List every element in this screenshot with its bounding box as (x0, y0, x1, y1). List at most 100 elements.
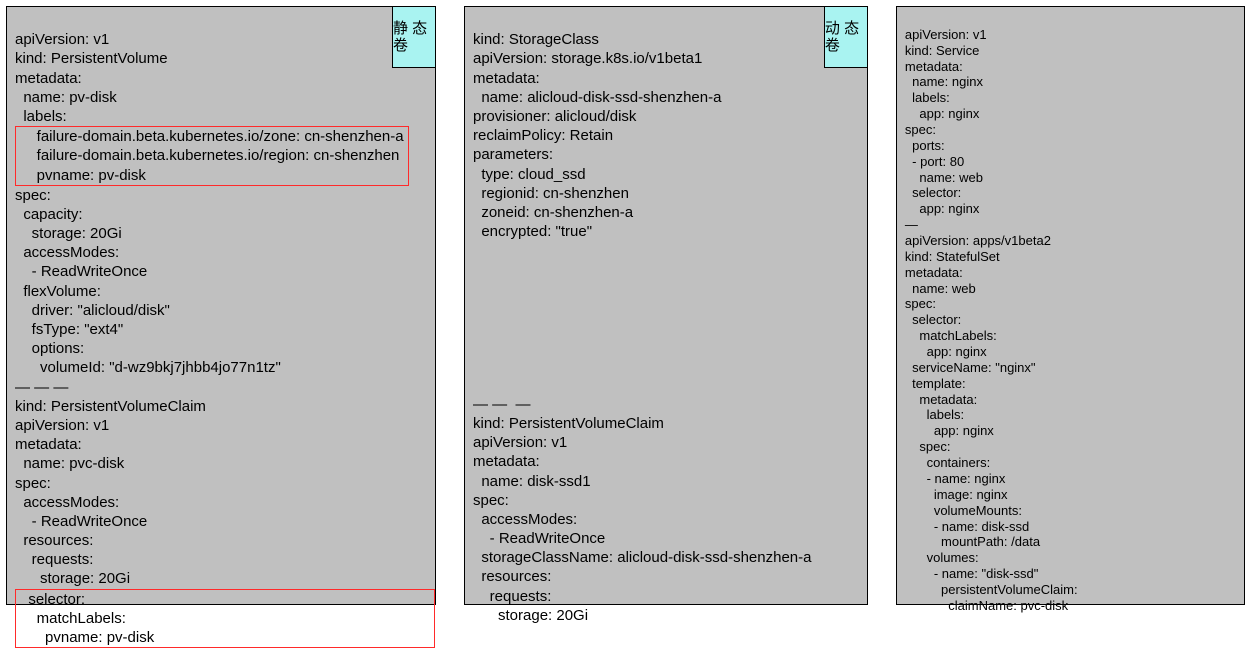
p1-l18: metadata: (15, 436, 82, 453)
p1-l19: name: pvc-disk (15, 455, 124, 472)
p1-l23: resources: (15, 532, 93, 549)
p1-l17: apiVersion: v1 (15, 417, 109, 434)
p3-l06: app: nginx (905, 106, 979, 121)
panels-row: 静 态 卷 apiVersion: v1 kind: PersistentVol… (6, 6, 1245, 605)
p2-l15: name: disk-ssd1 (473, 473, 591, 490)
p3-l26: spec: (905, 439, 951, 454)
p2-l01: kind: StorageClass (473, 31, 599, 48)
p2-l02: apiVersion: storage.k8s.io/v1beta1 (473, 50, 702, 67)
p3-l27: containers: (905, 455, 990, 470)
p3-l31: - name: disk-ssd (905, 519, 1029, 534)
p3-l36: claimName: pvc-disk (905, 598, 1068, 613)
p1-l16: kind: PersistentVolumeClaim (15, 398, 206, 415)
p3-l05: labels: (905, 90, 950, 105)
p3-l32: mountPath: /data (905, 534, 1040, 549)
p2-l18: - ReadWriteOnce (473, 530, 605, 547)
p3-l11: selector: (905, 185, 961, 200)
p1-l10: - ReadWriteOnce (15, 263, 147, 280)
p1-l15: volumeId: "d-wz9bkj7jhbb4jo77n1tz" (15, 359, 281, 376)
p3-l15: metadata: (905, 265, 963, 280)
panel-dynamic-volume: 动 态 卷 kind: StorageClass apiVersion: sto… (464, 6, 868, 605)
p2-l08: type: cloud_ssd (473, 166, 586, 183)
panel1-code: apiVersion: v1 kind: PersistentVolume me… (15, 11, 427, 648)
p3-l08: ports: (905, 138, 945, 153)
p3-l19: matchLabels: (905, 328, 997, 343)
p3-l14: kind: StatefulSet (905, 249, 1000, 264)
p3-l12: app: nginx (905, 201, 979, 216)
p1-l07: capacity: (15, 206, 83, 223)
p2-l03: metadata: (473, 70, 540, 87)
p3-l24: labels: (905, 407, 964, 422)
p2-l17: accessModes: (473, 511, 577, 528)
p3-l16: name: web (905, 281, 976, 296)
p3-l03: metadata: (905, 59, 963, 74)
p3-l23: metadata: (905, 392, 977, 407)
p3-sep: — (905, 217, 918, 232)
p3-l09: - port: 80 (905, 154, 964, 169)
p1-l09: accessModes: (15, 244, 119, 261)
p3-l30: volumeMounts: (905, 503, 1022, 518)
panel-service-statefulset: apiVersion: v1 kind: Service metadata: n… (896, 6, 1245, 605)
p2-l10: zoneid: cn-shenzhen-a (473, 204, 633, 221)
p1-sep1: — — — (15, 379, 68, 396)
p1-l24: requests: (15, 551, 93, 568)
panel2-code: kind: StorageClass apiVersion: storage.k… (473, 11, 859, 625)
p2-l13: apiVersion: v1 (473, 434, 567, 451)
badge-static: 静 态 卷 (392, 6, 436, 68)
p1-l05: labels: (15, 108, 67, 125)
p2-l22: storage: 20Gi (473, 607, 588, 624)
p1-l14: options: (15, 340, 84, 357)
p1-l08: storage: 20Gi (15, 225, 122, 242)
p1-hl1a: failure-domain.beta.kubernetes.io/zone: … (20, 128, 404, 145)
panel3-code: apiVersion: v1 kind: Service metadata: n… (905, 11, 1236, 614)
p2-l06: reclaimPolicy: Retain (473, 127, 613, 144)
p3-l13: apiVersion: apps/v1beta2 (905, 233, 1051, 248)
p3-l01: apiVersion: v1 (905, 27, 987, 42)
p1-l03: metadata: (15, 70, 82, 87)
p3-l29: image: nginx (905, 487, 1008, 502)
p2-l19: storageClassName: alicloud-disk-ssd-shen… (473, 549, 811, 566)
p1-hl2a: selector: (20, 591, 85, 608)
p1-hl2c: pvname: pv-disk (20, 629, 154, 646)
p3-l20: app: nginx (905, 344, 987, 359)
p1-l25: storage: 20Gi (15, 570, 130, 587)
p2-l20: resources: (473, 568, 551, 585)
p2-l21: requests: (473, 588, 551, 605)
p2-l05: provisioner: alicloud/disk (473, 108, 636, 125)
p2-l11: encrypted: "true" (473, 223, 592, 240)
p3-l35: persistentVolumeClaim: (905, 582, 1078, 597)
p3-l21: serviceName: "nginx" (905, 360, 1036, 375)
p1-l11: flexVolume: (15, 283, 101, 300)
p3-l22: template: (905, 376, 966, 391)
p2-l04: name: alicloud-disk-ssd-shenzhen-a (473, 89, 721, 106)
p3-l34: - name: "disk-ssd" (905, 566, 1039, 581)
p2-l09: regionid: cn-shenzhen (473, 185, 629, 202)
p2-sep1: — — — (473, 396, 531, 413)
p1-l13: fsType: "ext4" (15, 321, 123, 338)
p2-l14: metadata: (473, 453, 540, 470)
p1-l21: accessModes: (15, 494, 119, 511)
p1-l04: name: pv-disk (15, 89, 117, 106)
p3-l18: selector: (905, 312, 961, 327)
p1-highlight-selector: selector: matchLabels: pvname: pv-disk (15, 589, 435, 648)
p1-l02: kind: PersistentVolume (15, 50, 168, 67)
p1-l06: spec: (15, 187, 51, 204)
p3-l04: name: nginx (905, 74, 983, 89)
p1-highlight-labels: failure-domain.beta.kubernetes.io/zone: … (15, 126, 409, 186)
p2-l16: spec: (473, 492, 509, 509)
p3-l17: spec: (905, 296, 936, 311)
p2-l07: parameters: (473, 146, 553, 163)
panel-static-volume: 静 态 卷 apiVersion: v1 kind: PersistentVol… (6, 6, 436, 605)
p3-l33: volumes: (905, 550, 979, 565)
p3-l25: app: nginx (905, 423, 994, 438)
p2-l12: kind: PersistentVolumeClaim (473, 415, 664, 432)
p1-l12: driver: "alicloud/disk" (15, 302, 170, 319)
p1-l20: spec: (15, 475, 51, 492)
p1-hl2b: matchLabels: (20, 610, 126, 627)
p3-l02: kind: Service (905, 43, 979, 58)
p3-l10: name: web (905, 170, 983, 185)
p1-l22: - ReadWriteOnce (15, 513, 147, 530)
p1-hl1b: failure-domain.beta.kubernetes.io/region… (20, 147, 399, 164)
badge-dynamic: 动 态 卷 (824, 6, 868, 68)
p1-l01: apiVersion: v1 (15, 31, 109, 48)
